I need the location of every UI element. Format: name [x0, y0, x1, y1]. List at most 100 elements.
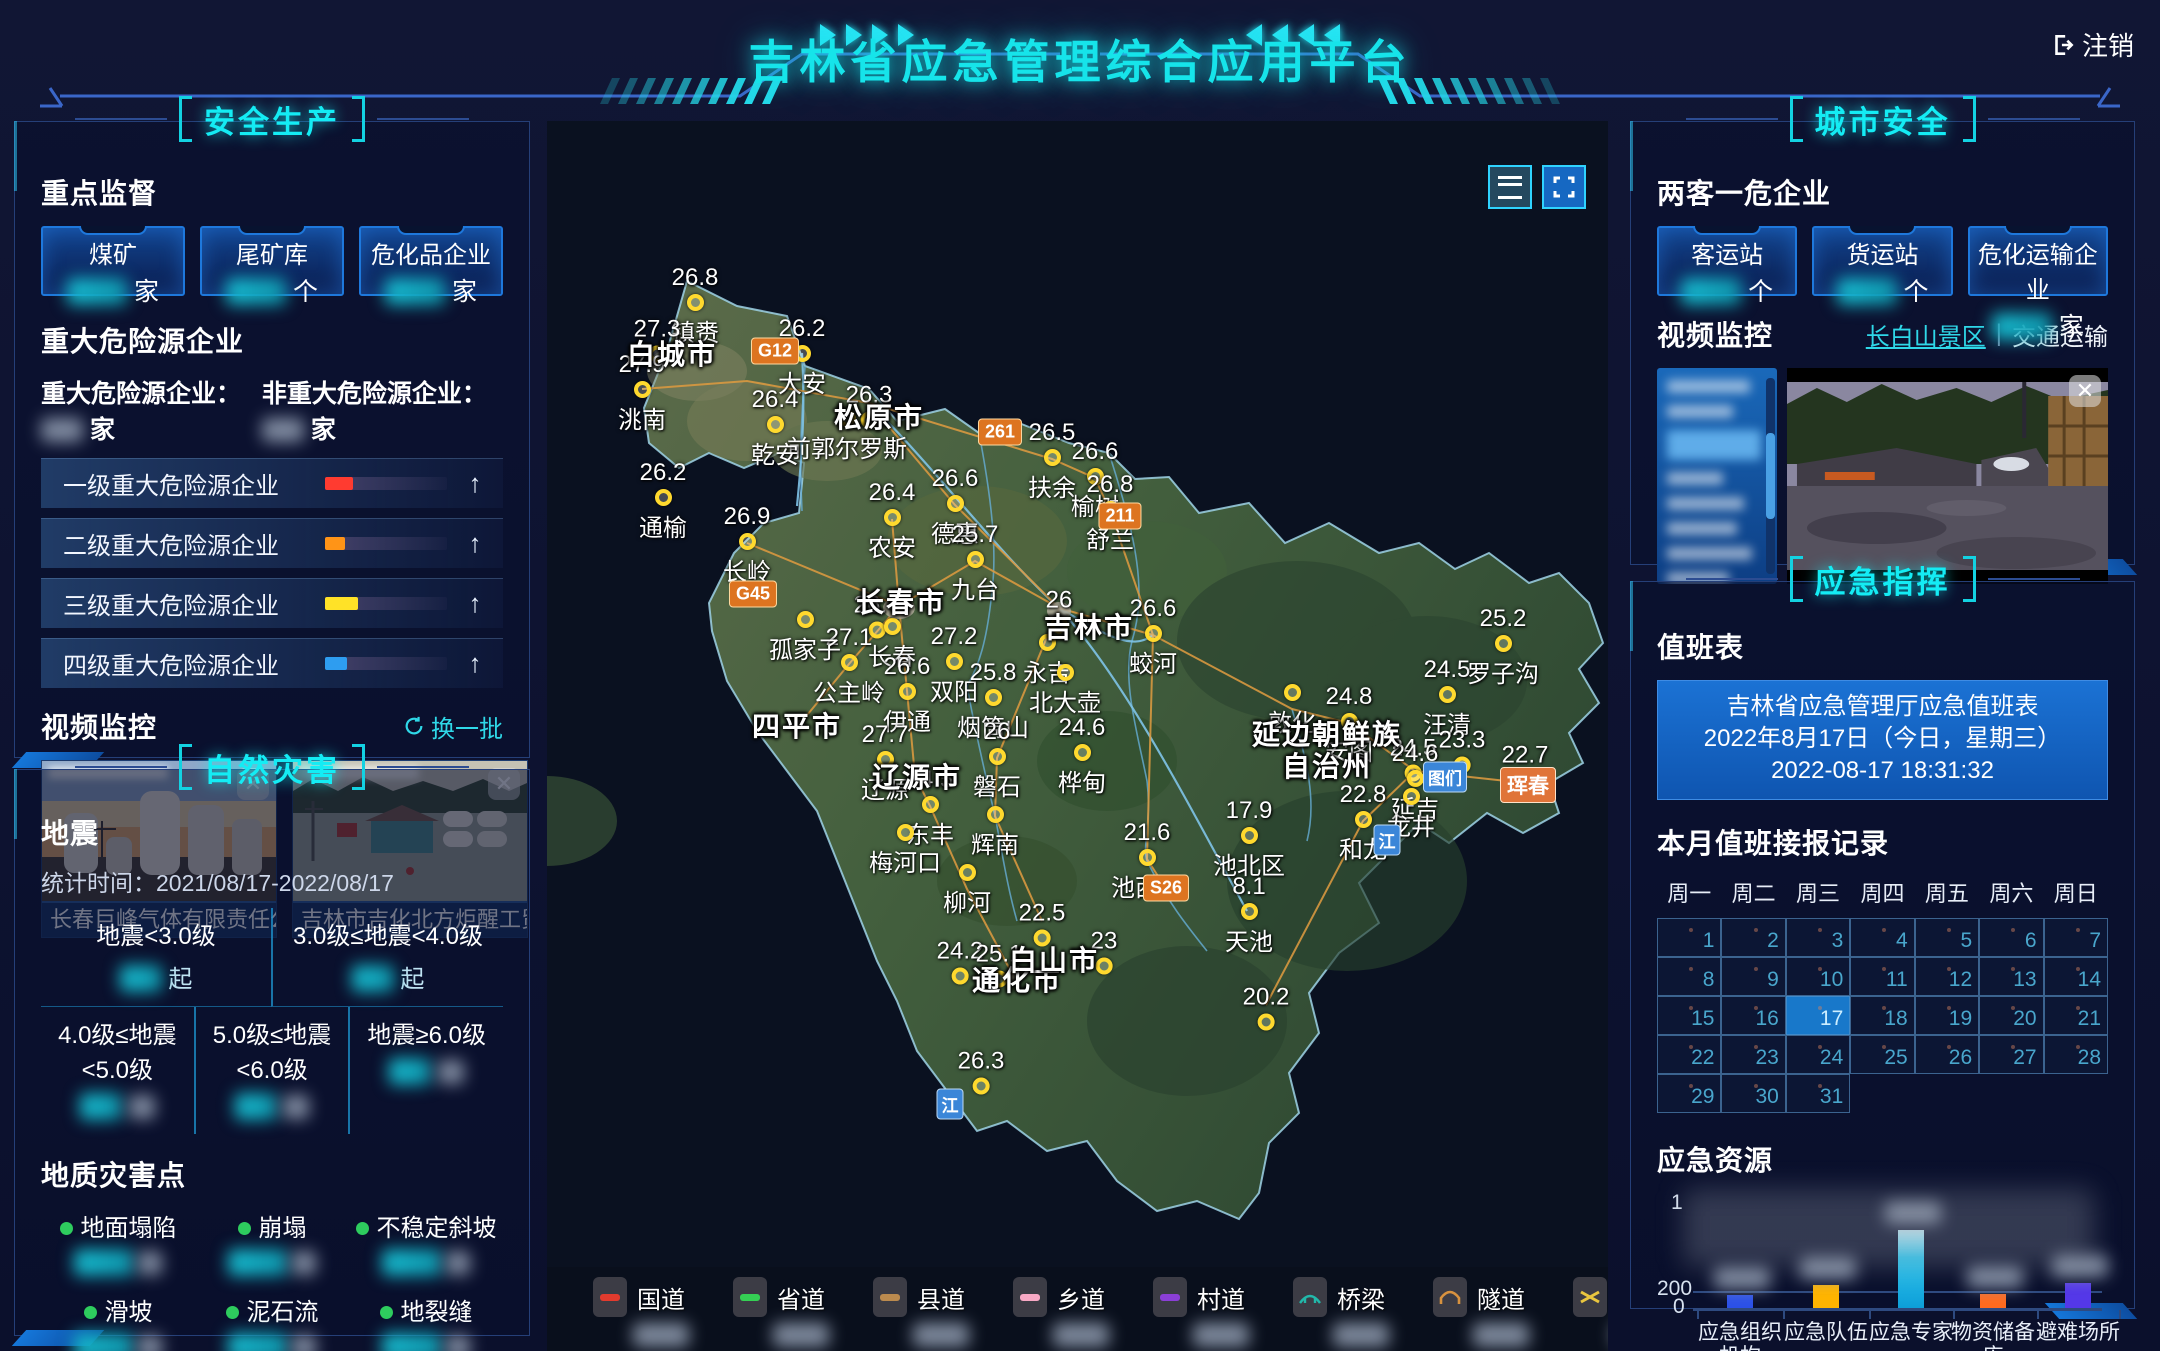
calendar-day-31[interactable]: 31	[1786, 1074, 1850, 1113]
hazard-bar	[325, 597, 358, 610]
legend-swatch-icon	[1573, 1277, 1607, 1317]
changbaishan-link[interactable]: 长白山景区	[1866, 317, 1986, 352]
quake-cell: 地震<3.0级 起	[41, 908, 271, 1007]
page-title: 吉林省应急管理综合应用平台	[749, 26, 1412, 92]
calendar-day-28[interactable]: 28	[2044, 1035, 2108, 1074]
layers-menu-button[interactable]	[1488, 165, 1532, 209]
masked-count	[1473, 1323, 1529, 1347]
calendar-grid: 1234567891011121314151617181920212223242…	[1657, 918, 2108, 1113]
trend-up-icon: ↑	[447, 648, 503, 679]
card-coal-mine[interactable]: 煤矿 家	[41, 226, 185, 296]
panel-natural-disaster: 自然灾害 地震 统计时间：2021/08/17-2022/08/17 地震<3.…	[14, 769, 530, 1336]
masked-count	[1333, 1323, 1389, 1347]
legend-item-国道[interactable]: 国道	[593, 1277, 689, 1348]
legend-item-省道[interactable]: 省道	[733, 1277, 829, 1348]
card-tailings-pond[interactable]: 尾矿库 个	[200, 226, 344, 296]
legend-swatch-icon	[1293, 1277, 1327, 1317]
duty-card[interactable]: 吉林省应急管理厅应急值班表 2022年8月17日（今日，星期三） 2022-08…	[1657, 680, 2108, 800]
calendar-day-30[interactable]: 30	[1721, 1074, 1785, 1113]
bar-4[interactable]	[2065, 1283, 2091, 1308]
masked-value	[382, 1333, 442, 1351]
bar-0[interactable]	[1727, 1295, 1753, 1308]
calendar-day-10[interactable]: 10	[1786, 957, 1850, 996]
calendar-day-8[interactable]: 8	[1657, 957, 1721, 996]
hazard-level-row[interactable]: 二级重大危险源企业 ↑	[41, 518, 503, 568]
scrollbar[interactable]	[1766, 378, 1775, 574]
card-passenger-station[interactable]: 客运站 个	[1657, 226, 1797, 296]
masked-value	[382, 1249, 442, 1276]
calendar-day-15[interactable]: 15	[1657, 996, 1721, 1035]
legend-item-桥梁[interactable]: 桥梁	[1293, 1277, 1389, 1348]
quake-cell: 4.0级≤地震<5.0级	[41, 1007, 194, 1134]
calendar-day-12[interactable]: 12	[1915, 957, 1979, 996]
calendar-day-9[interactable]: 9	[1721, 957, 1785, 996]
masked-value	[228, 1333, 288, 1351]
calendar-day-22[interactable]: 22	[1657, 1035, 1721, 1074]
calendar-day-17[interactable]: 17	[1786, 996, 1850, 1035]
calendar-day-24[interactable]: 24	[1786, 1035, 1850, 1074]
live-video-frame[interactable]: ✕	[1787, 368, 2108, 584]
masked-count	[1193, 1323, 1249, 1347]
calendar-day-1[interactable]: 1	[1657, 918, 1721, 957]
camera-list[interactable]	[1657, 368, 1777, 584]
geo-heading: 地质灾害点	[41, 1154, 503, 1194]
calendar-day-4[interactable]: 4	[1850, 918, 1914, 957]
masked-unit	[129, 1095, 155, 1119]
province-map[interactable]: 26.8镇赉27.327.9洮南26.2大安26.3前郭尔罗斯26.4乾安26.…	[547, 121, 1608, 1351]
logout-button[interactable]: 注销	[2050, 26, 2134, 63]
legend-item-隧道[interactable]: 隧道	[1433, 1277, 1529, 1348]
calendar-day-7[interactable]: 7	[2044, 918, 2108, 957]
calendar-day-25[interactable]: 25	[1850, 1035, 1914, 1074]
calendar-day-19[interactable]: 19	[1915, 996, 1979, 1035]
calendar-day-3[interactable]: 3	[1786, 918, 1850, 957]
calendar-day-2[interactable]: 2	[1721, 918, 1785, 957]
bar-category-label: 应急专家	[1864, 1321, 1958, 1345]
calendar-day-26[interactable]: 26	[1915, 1035, 1979, 1074]
calendar-day-11[interactable]: 11	[1850, 957, 1914, 996]
quake-cell: 5.0级≤地震<6.0级	[194, 1007, 349, 1134]
calendar-day-13[interactable]: 13	[1979, 957, 2043, 996]
calendar-day-27[interactable]: 27	[1979, 1035, 2043, 1074]
legend-item-县道[interactable]: 县道	[873, 1277, 969, 1348]
bar-3[interactable]	[1980, 1294, 2006, 1308]
calendar-day-20[interactable]: 20	[1979, 996, 2043, 1035]
weekday-label: 周六	[1979, 876, 2043, 908]
weekday-label: 周日	[2044, 876, 2108, 908]
masked-unit	[283, 1095, 309, 1119]
refresh-batch-link[interactable]: 换一批	[403, 709, 503, 744]
bar-category-label: 避难场所	[2031, 1321, 2125, 1345]
calendar-day-16[interactable]: 16	[1721, 996, 1785, 1035]
masked-count	[1053, 1323, 1109, 1347]
camera-list-selected[interactable]	[1667, 430, 1761, 460]
card-freight-station[interactable]: 货运站 个	[1812, 226, 1952, 296]
card-hazchem-enterprise[interactable]: 危化品企业 家	[359, 226, 503, 296]
calendar-day-29[interactable]: 29	[1657, 1074, 1721, 1113]
calendar-day-5[interactable]: 5	[1915, 918, 1979, 957]
calendar-day-14[interactable]: 14	[2044, 957, 2108, 996]
masked-bar-value	[1714, 1267, 1770, 1289]
green-dot-icon	[84, 1306, 97, 1319]
bar-1[interactable]	[1813, 1285, 1839, 1308]
calendar-weekdays: 周一周二周三周四周五周六周日	[1657, 876, 2108, 908]
duty-line-3: 2022-08-17 18:31:32	[1658, 755, 2107, 787]
masked-value	[120, 965, 162, 992]
calendar-day-21[interactable]: 21	[2044, 996, 2108, 1035]
two-passenger-heading: 两客一危企业	[1657, 172, 2108, 212]
legend-item-村道[interactable]: 村道	[1153, 1277, 1249, 1348]
scrollbar-thumb[interactable]	[1766, 433, 1775, 519]
masked-value	[41, 418, 83, 442]
hazard-level-row[interactable]: 一级重大危险源企业 ↑	[41, 458, 503, 508]
close-icon[interactable]: ✕	[2069, 375, 2101, 407]
fullscreen-button[interactable]	[1542, 165, 1586, 209]
card-hazmat-transport[interactable]: 危化运输企业 家	[1968, 226, 2108, 296]
legend-item-公路交叉[interactable]: 公路交叉	[1573, 1277, 1608, 1348]
calendar-day-18[interactable]: 18	[1850, 996, 1914, 1035]
hazard-level-row[interactable]: 三级重大危险源企业 ↑	[41, 578, 503, 628]
legend-swatch-icon	[593, 1277, 627, 1317]
legend-item-乡道[interactable]: 乡道	[1013, 1277, 1109, 1348]
calendar-day-6[interactable]: 6	[1979, 918, 2043, 957]
earthquake-heading: 地震	[41, 812, 503, 852]
calendar-day-23[interactable]: 23	[1721, 1035, 1785, 1074]
hazard-level-row[interactable]: 四级重大危险源企业 ↑	[41, 638, 503, 688]
masked-value	[262, 418, 304, 442]
